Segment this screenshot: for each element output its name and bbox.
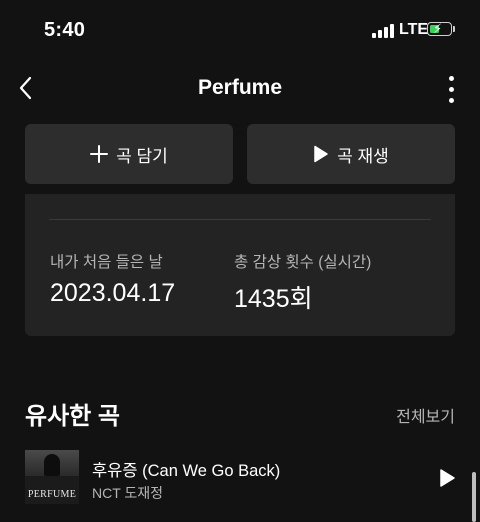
album-cover: PERFUME	[25, 450, 79, 504]
plus-icon	[90, 145, 109, 163]
status-time: 5:40	[44, 19, 86, 41]
section-title-similar: 유사한 곡	[25, 403, 120, 430]
first-listen-value: 2023.04.17	[50, 279, 176, 307]
track-title: 후유증 (Can We Go Back)	[92, 462, 281, 480]
see-all-link[interactable]: 전체보기	[396, 403, 455, 427]
track-artist: NCT 도재정	[92, 485, 164, 501]
play-count-label: 총 감상 횟수 (실시간)	[234, 254, 372, 271]
status-bar: 5:40 LTE ⚡	[0, 0, 480, 60]
first-listen-label: 내가 처음 들은 날	[50, 254, 163, 271]
album-cover-text: PERFUME	[27, 489, 77, 500]
network-label: LTE	[399, 21, 429, 38]
more-icon[interactable]	[440, 72, 464, 106]
add-to-playlist-button[interactable]: 곡 담기	[25, 124, 233, 184]
add-button-label: 곡 담기	[116, 146, 168, 166]
play-count-value: 1435회	[234, 285, 313, 313]
signal-icon	[372, 24, 394, 38]
play-track-button[interactable]: 곡 재생	[247, 124, 455, 184]
play-icon[interactable]	[438, 468, 456, 488]
listening-stats-card: 내가 처음 들은 날 2023.04.17 총 감상 횟수 (실시간) 1435…	[25, 194, 455, 336]
battery-cap	[453, 26, 455, 32]
page-title: Perfume	[197, 76, 283, 99]
scrollbar[interactable]	[472, 472, 476, 522]
list-item[interactable]: PERFUME 후유증 (Can We Go Back) NCT 도재정	[25, 450, 455, 510]
play-button-label: 곡 재생	[337, 146, 389, 166]
battery-icon: ⚡	[427, 21, 452, 36]
divider	[49, 219, 431, 220]
play-icon	[313, 145, 329, 163]
top-nav: Perfume	[0, 62, 480, 114]
